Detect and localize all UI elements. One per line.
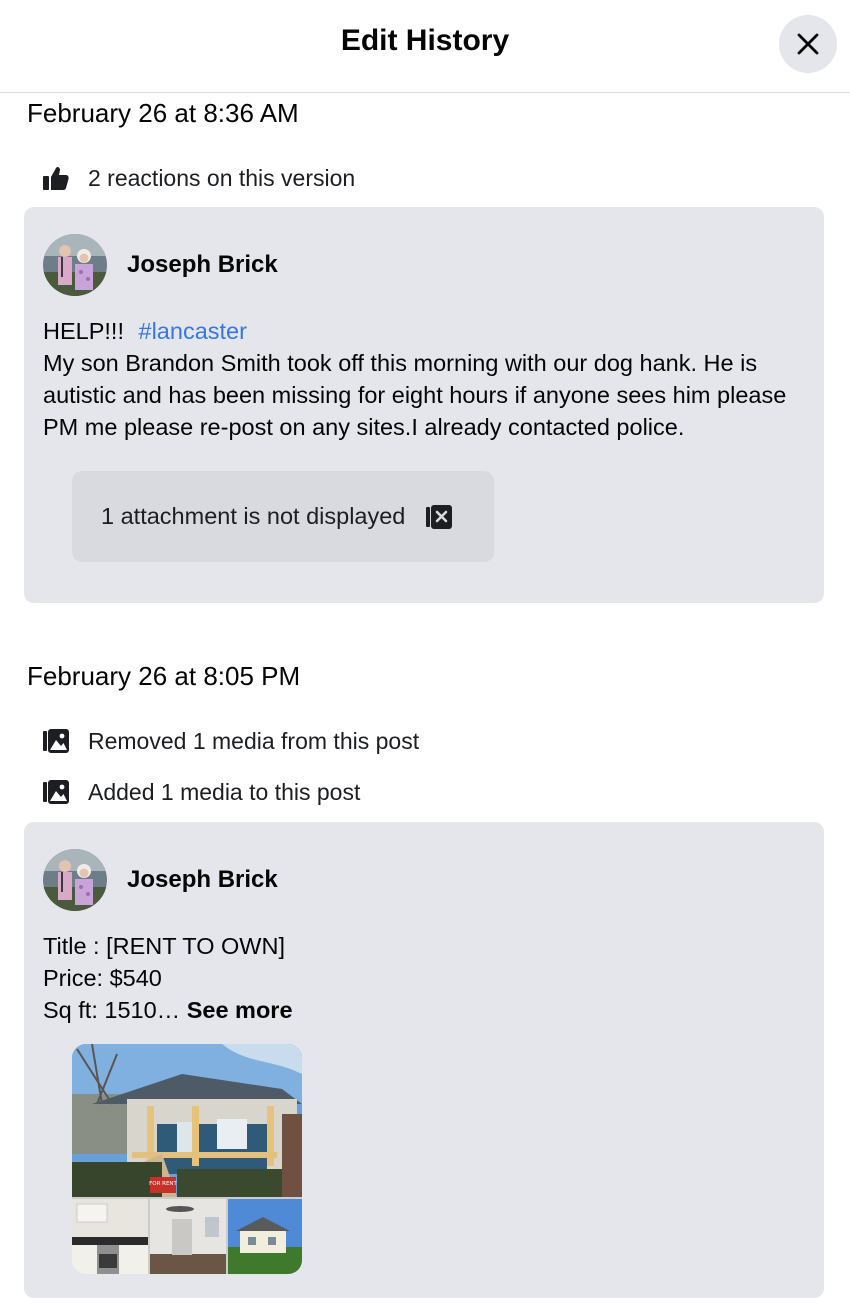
living-room-photo[interactable]: [150, 1199, 226, 1274]
post-line-price: Price: $540: [43, 965, 162, 991]
reactions-summary[interactable]: 2 reactions on this version: [42, 162, 355, 194]
post-line-title: Title : [RENT TO OWN]: [43, 933, 285, 959]
version-timestamp: February 26 at 8:36 AM: [27, 98, 299, 128]
backyard-photo[interactable]: [228, 1199, 302, 1274]
attachment-notice-text: 1 attachment is not displayed: [101, 503, 406, 529]
avatar[interactable]: [43, 234, 107, 296]
hidden-media-icon: [425, 503, 453, 531]
post-author[interactable]: Joseph Brick: [43, 234, 278, 296]
avatar[interactable]: [43, 849, 107, 911]
change-item: Added 1 media to this post: [42, 776, 360, 808]
see-more-link[interactable]: See more: [187, 997, 293, 1023]
author-name[interactable]: Joseph Brick: [127, 251, 278, 279]
version-timestamp: February 26 at 8:05 PM: [27, 661, 301, 691]
kitchen-photo[interactable]: [72, 1199, 148, 1274]
post-headline: HELP!!!: [43, 318, 124, 344]
post-body: HELP!!! #lancaster My son Brandon Smith …: [43, 315, 804, 443]
post-version-card: Joseph Brick HELP!!! #lancaster My son B…: [24, 207, 824, 603]
post-message: My son Brandon Smith took off this morni…: [43, 350, 787, 440]
media-gallery[interactable]: FOR RENT: [72, 1044, 302, 1274]
dialog-title: Edit History: [340, 24, 510, 57]
reactions-text: 2 reactions on this version: [88, 164, 356, 191]
change-text: Removed 1 media from this post: [88, 727, 420, 754]
edit-history-header: Edit History: [0, 0, 850, 93]
hidden-attachment-notice: 1 attachment is not displayed: [72, 471, 494, 562]
post-author[interactable]: Joseph Brick: [43, 849, 278, 911]
change-text: Added 1 media to this post: [88, 778, 361, 805]
sign-text: FOR RENT: [149, 1181, 177, 1187]
media-icon: [42, 727, 70, 755]
thumbs-up-icon: [42, 164, 70, 192]
house-photo[interactable]: FOR RENT: [72, 1044, 302, 1197]
author-name[interactable]: Joseph Brick: [127, 866, 278, 894]
change-item: Removed 1 media from this post: [42, 725, 419, 757]
close-button[interactable]: [779, 15, 837, 73]
post-body: Title : [RENT TO OWN] Price: $540 Sq ft:…: [43, 930, 804, 1026]
post-line-sqft: Sq ft: 1510…: [43, 997, 181, 1023]
close-icon: [797, 33, 819, 55]
post-version-card: Joseph Brick Title : [RENT TO OWN] Price…: [24, 822, 824, 1298]
media-icon: [42, 778, 70, 806]
hashtag-link[interactable]: #lancaster: [139, 318, 247, 344]
